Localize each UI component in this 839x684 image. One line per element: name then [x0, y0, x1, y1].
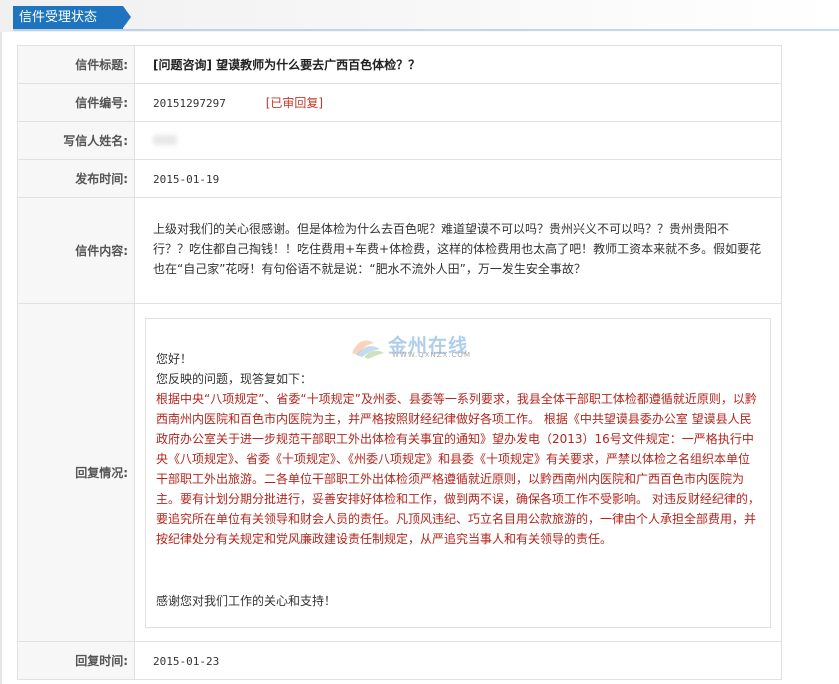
reply-time-label: 回复时间:	[17, 641, 135, 680]
reply-body: 根据中央“八项规定”、省委“十项规定”及州委、县委等一系列要求，我县全体干部职工…	[156, 391, 760, 546]
title-label: 信件标题:	[17, 45, 135, 84]
header-underline	[13, 29, 839, 31]
publish-label: 发布时间:	[17, 159, 135, 198]
number-value: 20151297297	[153, 97, 226, 110]
content-label: 信件内容:	[17, 197, 135, 304]
author-name-redacted	[153, 134, 177, 145]
reply-thanks: 感谢您对我们工作的关心和支持！	[156, 593, 337, 608]
number-label: 信件编号:	[17, 83, 135, 122]
reply-box: 您好！ 您反映的问题，现答复如下： 根据中央“八项规定”、省委“十项规定”及州委…	[145, 317, 771, 628]
letter-detail-table: 信件标题: [问题咨询] 望谟教师为什么要去广西百色体检？？ 信件编号: 201…	[17, 45, 782, 680]
status-badge: [已审回复]	[265, 96, 324, 110]
publish-value: 2015-01-19	[153, 172, 220, 186]
title-value: [问题咨询] 望谟教师为什么要去广西百色体检？？	[153, 58, 421, 72]
row-content: 信件内容: 上级对我们的关心很感谢。但是体检为什么去百色呢？难道望谟不可以吗？贵…	[17, 197, 782, 304]
row-title: 信件标题: [问题咨询] 望谟教师为什么要去广西百色体检？？	[17, 45, 782, 84]
row-author: 写信人姓名:	[17, 121, 782, 160]
content-value: 上级对我们的关心很感谢。但是体检为什么去百色呢？难道望谟不可以吗？贵州兴义不可以…	[153, 221, 762, 276]
header-bar: 信件受理状态	[0, 0, 839, 32]
row-reply-time: 回复时间: 2015-01-23	[17, 641, 782, 680]
watermark-url: WWW.QXNZX.COM	[392, 351, 471, 359]
reply-intro: 您反映的问题，现答复如下：	[156, 371, 313, 386]
row-number: 信件编号: 20151297297 [已审回复]	[17, 83, 782, 122]
reply-label: 回复情况:	[17, 303, 135, 642]
author-label: 写信人姓名:	[17, 121, 135, 160]
reply-time-value: 2015-01-23	[153, 654, 220, 668]
watermark-logo: 金州在线 WWW.QXNZX.COM	[350, 331, 490, 361]
row-publish: 发布时间: 2015-01-19	[17, 159, 782, 198]
left-edge-divider	[0, 32, 2, 684]
section-title: 信件受理状态	[13, 6, 131, 29]
